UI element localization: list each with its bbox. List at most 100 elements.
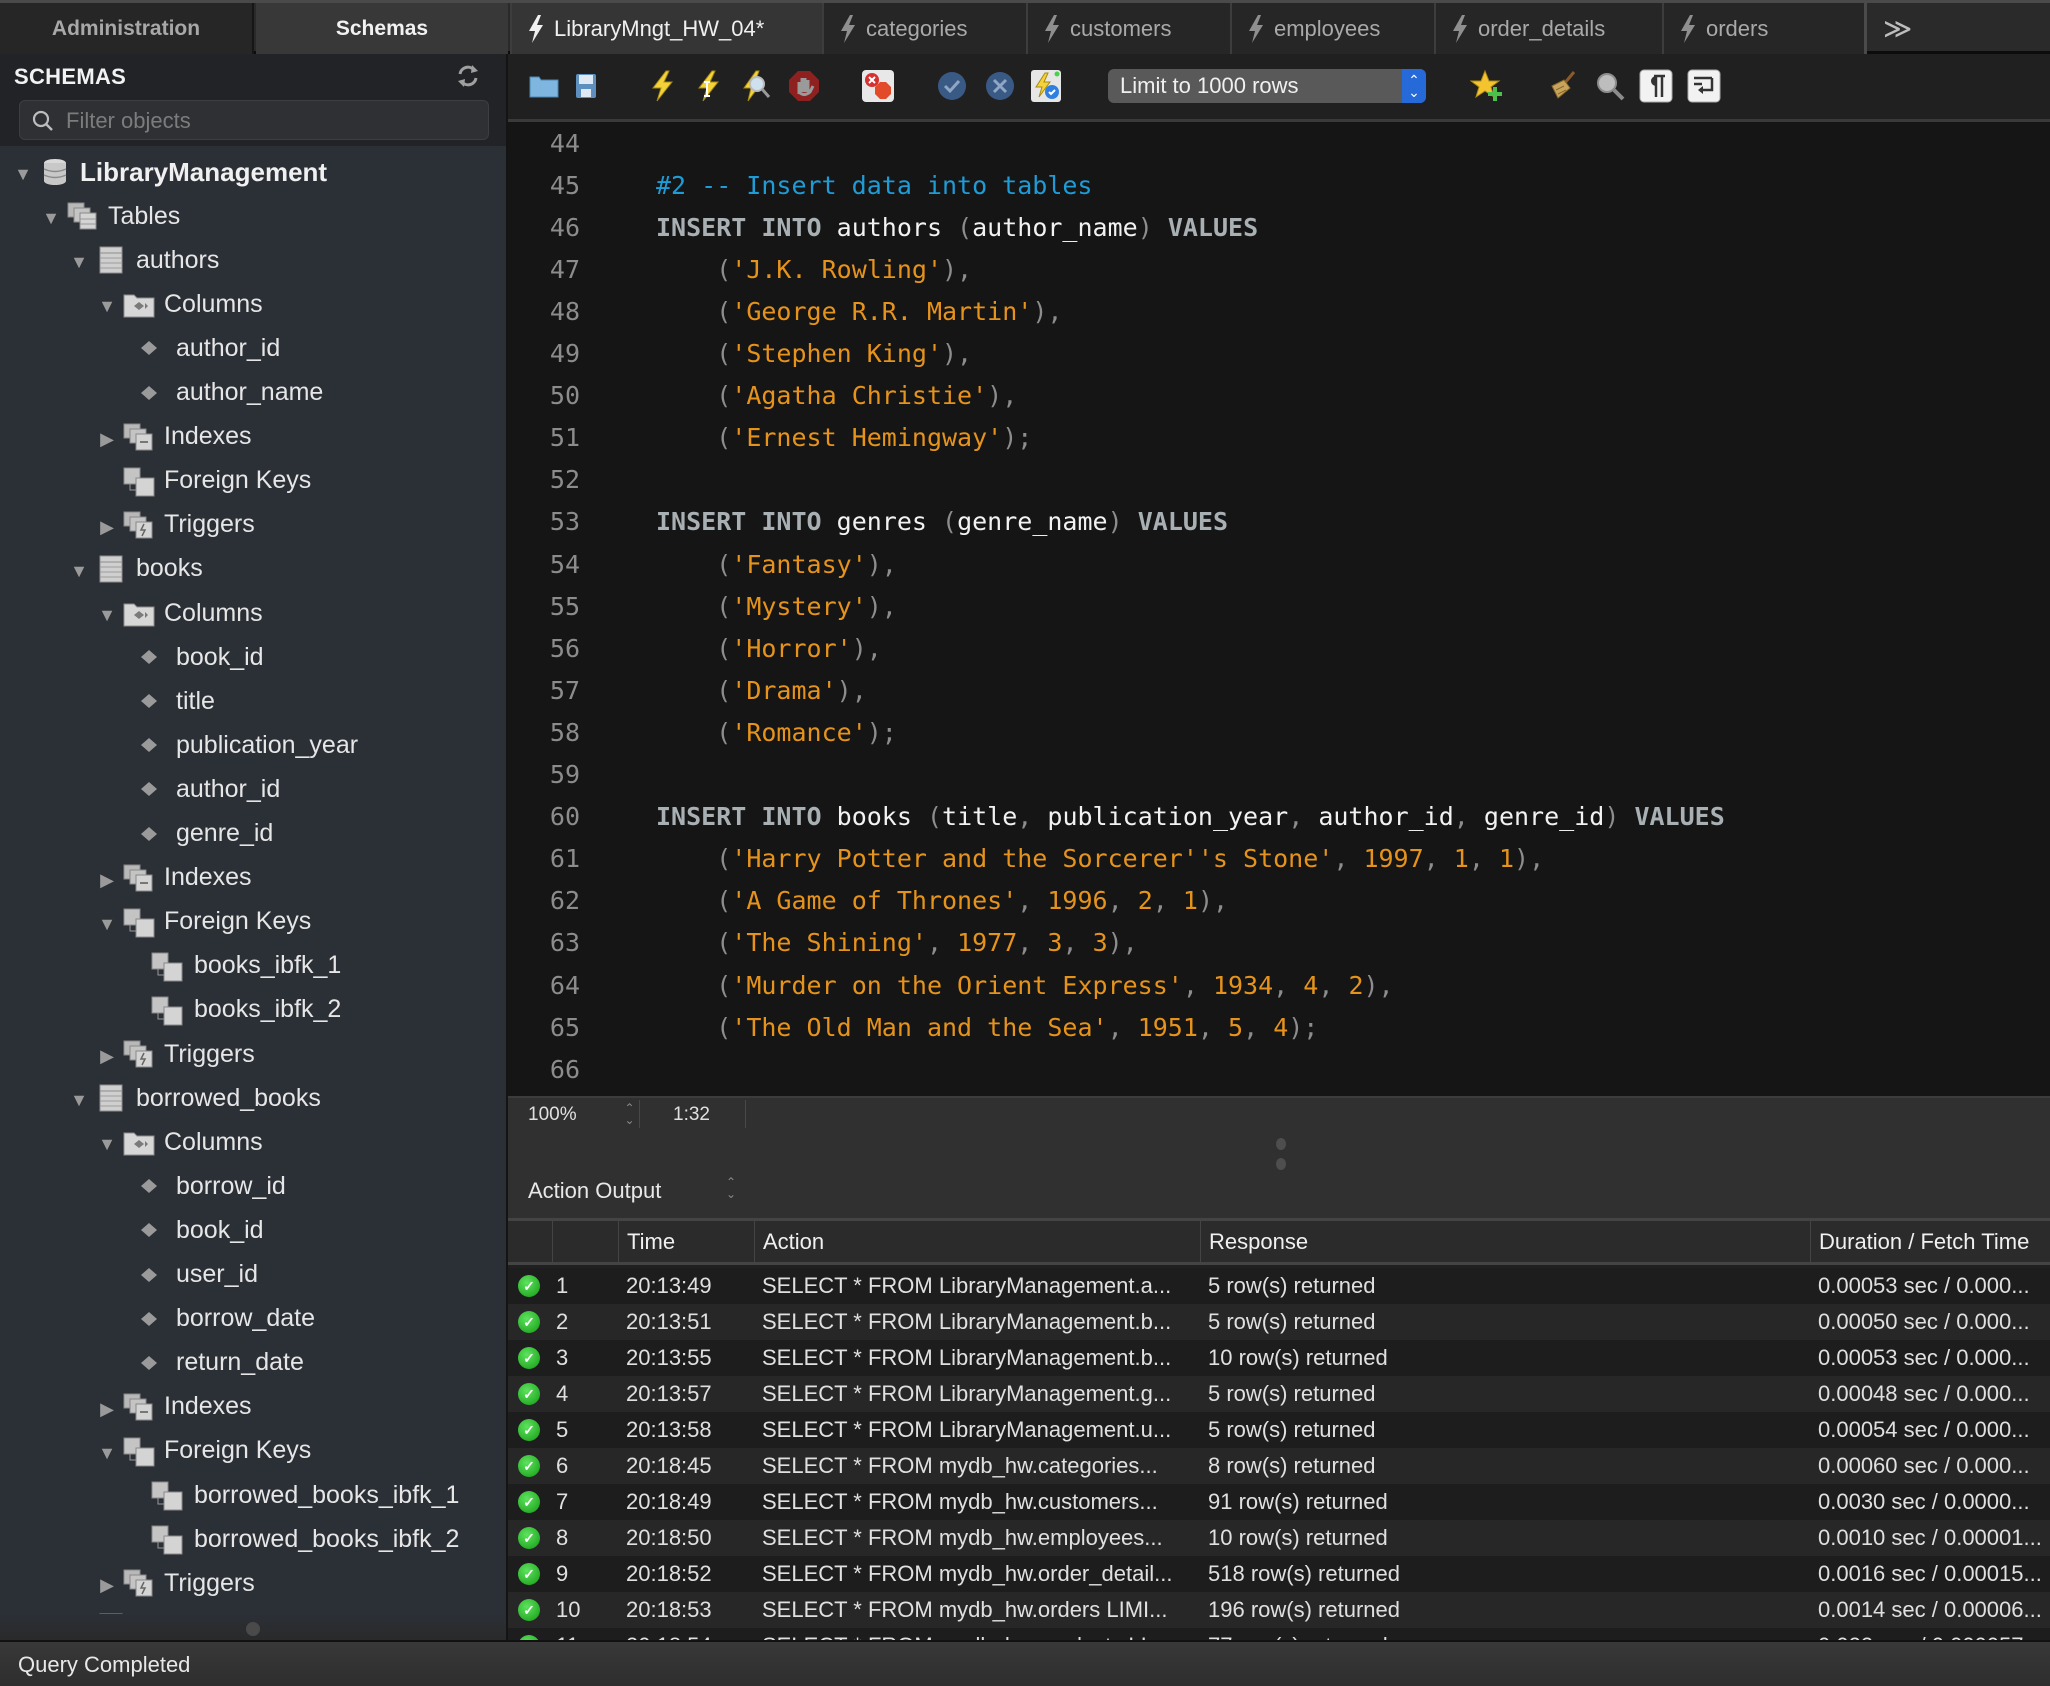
query-tab-order-details[interactable]: order_details — [1434, 3, 1662, 54]
triangle-down-icon[interactable]: ▼ — [98, 1444, 116, 1462]
tree-node-table[interactable]: ▼ borrowed_books — [0, 1076, 506, 1120]
tree-node-column[interactable]: book_id — [0, 635, 506, 679]
triangle-down-icon[interactable]: ▼ — [98, 606, 116, 624]
tree-node-fkeys[interactable]: Foreign Keys — [0, 459, 506, 503]
tree-node-column[interactable]: author_id — [0, 767, 506, 811]
triangle-down-icon[interactable]: ▼ — [70, 1091, 88, 1109]
output-row[interactable]: ✓ 8 20:18:50 SELECT * FROM mydb_hw.employee… — [508, 1520, 2050, 1556]
query-tab-orders[interactable]: orders — [1662, 3, 1864, 54]
beautify-button[interactable] — [1544, 68, 1580, 104]
word-wrap-button[interactable] — [1686, 68, 1722, 104]
tree-node-column[interactable]: publication_year — [0, 723, 506, 767]
tree-node-fkeys[interactable]: ▼ Foreign Keys — [0, 1429, 506, 1473]
query-tab-librarymngt-hw-04[interactable]: LibraryMngt_HW_04* — [510, 3, 822, 54]
commit-button[interactable] — [934, 68, 970, 104]
triangle-down-icon[interactable]: ▼ — [42, 209, 60, 227]
column-header-blank[interactable] — [552, 1221, 618, 1262]
triangle-down-icon[interactable]: ▼ — [14, 165, 32, 183]
autocommit-button[interactable] — [1028, 68, 1064, 104]
output-row[interactable]: ✓ 7 20:18:49 SELECT * FROM mydb_hw.customer… — [508, 1484, 2050, 1520]
column-header-response[interactable]: Response — [1200, 1221, 1810, 1262]
tree-node-column[interactable]: book_id — [0, 1208, 506, 1252]
output-row[interactable]: ✓ 5 20:13:58 SELECT * FROM LibraryManagemen… — [508, 1412, 2050, 1448]
zoom-stepper[interactable]: ⌃ ⌄ — [620, 1100, 640, 1128]
tree-node-table[interactable]: ▼ authors — [0, 238, 506, 282]
tree-node-fkey[interactable]: books_ibfk_1 — [0, 944, 506, 988]
output-row[interactable]: ✓ 9 20:18:52 SELECT * FROM mydb_hw.order_de… — [508, 1556, 2050, 1592]
filter-objects-input[interactable] — [66, 107, 466, 135]
save-button[interactable] — [568, 68, 604, 104]
query-tab-employees[interactable]: employees — [1230, 3, 1434, 54]
triangle-down-icon[interactable]: ▼ — [98, 1135, 116, 1153]
toggle-stop-on-error-button[interactable] — [860, 68, 896, 104]
tree-node-column[interactable]: user_id — [0, 1253, 506, 1297]
rollback-button[interactable] — [982, 68, 1018, 104]
refresh-schemas-icon[interactable] — [454, 62, 482, 90]
sql-editor[interactable]: 44 45 #2 -- Insert data into tables 46 INSER… — [508, 122, 2050, 1096]
triangle-down-icon[interactable]: ▼ — [98, 297, 116, 315]
column-header-duration-fetch-time[interactable]: Duration / Fetch Time — [1810, 1221, 2050, 1262]
triangle-right-icon[interactable]: ▶ — [98, 871, 116, 889]
triangle-down-icon[interactable]: ▼ — [70, 562, 88, 580]
tree-node-triggers[interactable]: ▶ Triggers — [0, 1032, 506, 1076]
open-file-button[interactable] — [526, 68, 562, 104]
column-header-blank[interactable] — [508, 1221, 552, 1262]
filter-objects-field[interactable] — [19, 100, 489, 140]
output-row[interactable]: ✓ 4 20:13:57 SELECT * FROM LibraryManagemen… — [508, 1376, 2050, 1412]
tree-node-tables[interactable]: ▼ Tables — [0, 194, 506, 238]
output-row[interactable]: ✓ 1 20:13:49 SELECT * FROM LibraryManagemen… — [508, 1268, 2050, 1304]
triangle-right-icon[interactable]: ▶ — [98, 430, 116, 448]
tree-node-fkey[interactable]: borrowed_books_ibfk_2 — [0, 1517, 506, 1561]
tree-node-columns[interactable]: ▼ Columns — [0, 1120, 506, 1164]
tree-node-column[interactable]: author_id — [0, 326, 506, 370]
tree-node-column[interactable]: title — [0, 679, 506, 723]
tree-node-column[interactable]: borrow_date — [0, 1297, 506, 1341]
output-row[interactable]: ✓ 6 20:18:45 SELECT * FROM mydb_hw.categori… — [508, 1448, 2050, 1484]
triangle-down-icon[interactable]: ▼ — [70, 253, 88, 271]
tree-node-columns[interactable]: ▼ Columns — [0, 591, 506, 635]
triangle-right-icon[interactable]: ▶ — [98, 1047, 116, 1065]
tree-node-indexes[interactable]: ▶ Indexes — [0, 1385, 506, 1429]
tree-node-triggers[interactable]: ▶ Triggers — [0, 503, 506, 547]
tree-node-column[interactable]: return_date — [0, 1341, 506, 1385]
find-button[interactable] — [1592, 68, 1628, 104]
output-row[interactable]: ✓ 10 20:18:53 SELECT * FROM mydb_hw.orders … — [508, 1592, 2050, 1628]
tree-node-indexes[interactable]: ▶ Indexes — [0, 856, 506, 900]
query-tab-customers[interactable]: customers — [1026, 3, 1230, 54]
triangle-right-icon[interactable]: ▶ — [98, 1400, 116, 1418]
execute-all-button[interactable] — [644, 68, 680, 104]
tree-node-fkeys[interactable]: ▼ Foreign Keys — [0, 900, 506, 944]
column-header-time[interactable]: Time — [618, 1221, 754, 1262]
invisible-chars-button[interactable] — [1638, 68, 1674, 104]
tab-schemas[interactable]: Schemas — [256, 3, 508, 54]
triangle-right-icon[interactable]: ▶ — [98, 1576, 116, 1594]
triangle-right-icon[interactable]: ▶ — [98, 518, 116, 536]
execute-current-button[interactable] — [690, 68, 726, 104]
tree-node-column[interactable]: author_name — [0, 371, 506, 415]
tab-administration[interactable]: Administration — [0, 3, 254, 54]
triangle-down-icon[interactable]: ▼ — [98, 915, 116, 933]
tree-node-triggers[interactable]: ▶ Triggers — [0, 1561, 506, 1605]
tree-node-column[interactable]: borrow_id — [0, 1164, 506, 1208]
output-row[interactable]: ✓ 2 20:13:51 SELECT * FROM LibraryManagemen… — [508, 1304, 2050, 1340]
add-snippet-button[interactable] — [1470, 68, 1506, 104]
tree-node-indexes[interactable]: ▶ Indexes — [0, 415, 506, 459]
tree-node-column[interactable]: genre_id — [0, 812, 506, 856]
tree-node-table[interactable]: ▼ books — [0, 547, 506, 591]
tree-node-database[interactable]: ▼ LibraryManagement — [0, 150, 506, 194]
query-tab-categories[interactable]: categories — [822, 3, 1026, 54]
panel-split-handle[interactable] — [1276, 1138, 1288, 1174]
sidebar-resize-handle[interactable] — [246, 1622, 260, 1636]
tree-node-fkey[interactable]: borrowed_books_ibfk_1 — [0, 1473, 506, 1517]
column-header-action[interactable]: Action — [754, 1221, 1200, 1262]
limit-rows-select[interactable]: Limit to 1000 rows ⌃ ⌄ — [1108, 69, 1426, 103]
tree-node-fkey[interactable]: books_ibfk_2 — [0, 988, 506, 1032]
output-row[interactable]: ✓1120:18:54SELECT * FROM mydb_hw.product… — [508, 1628, 2050, 1640]
select-chevrons-icon[interactable]: ⌃ ⌄ — [726, 1176, 736, 1200]
stop-button[interactable] — [786, 68, 822, 104]
output-type-select[interactable]: Action Output — [528, 1178, 661, 1204]
tabs-overflow-button[interactable]: ≫ — [1864, 3, 2050, 54]
explain-button[interactable] — [738, 68, 774, 104]
tree-node-columns[interactable]: ▼ Columns — [0, 282, 506, 326]
output-row[interactable]: ✓ 3 20:13:55 SELECT * FROM LibraryManagemen… — [508, 1340, 2050, 1376]
